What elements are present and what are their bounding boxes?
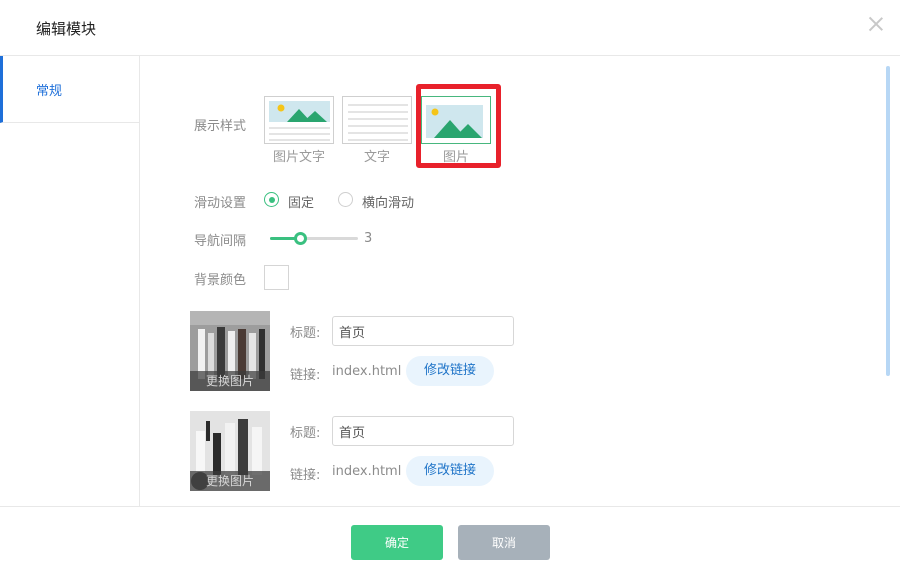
- style-option-text[interactable]: [342, 96, 412, 144]
- style-option-image[interactable]: [421, 96, 491, 144]
- close-icon[interactable]: [868, 16, 884, 32]
- display-style-label: 展示样式: [194, 119, 247, 134]
- nav-spacing-value: 3: [364, 231, 373, 246]
- cancel-button[interactable]: 取消: [458, 525, 550, 560]
- radio-fixed-label: 固定: [288, 196, 315, 211]
- change-image-label: 更换图片: [190, 471, 270, 491]
- style-option-image-text-caption: 图片文字: [272, 150, 325, 165]
- style-option-image-text[interactable]: [264, 96, 334, 144]
- nav-item-image[interactable]: 更换图片: [190, 311, 270, 391]
- confirm-button[interactable]: 确定: [351, 525, 443, 560]
- dialog-header: 编辑模块: [0, 0, 900, 56]
- image-style-icon: [426, 105, 483, 138]
- vertical-scrollbar[interactable]: [886, 66, 890, 376]
- dialog-title: 编辑模块: [36, 20, 97, 38]
- text-style-icon: [348, 104, 408, 141]
- settings-panel: 展示样式 图片文字 文字 图片 滑动设置 固定 横向滑动 导航间隔 3 背景颜色…: [140, 56, 885, 506]
- slider-thumb[interactable]: [294, 232, 307, 245]
- image-text-style-icon: [269, 101, 330, 141]
- sidebar: 常规: [0, 56, 140, 506]
- tab-general[interactable]: 常规: [0, 56, 140, 123]
- radio-horizontal-scroll[interactable]: [338, 192, 353, 207]
- style-option-text-caption: 文字: [363, 150, 390, 165]
- nav-item-link-value: index.html: [332, 364, 402, 379]
- nav-spacing-label: 导航间隔: [194, 234, 247, 249]
- scroll-setting-label: 滑动设置: [194, 196, 247, 211]
- nav-item-link-label: 链接:: [290, 368, 321, 383]
- nav-item-title-input[interactable]: [332, 316, 514, 346]
- nav-item-title-label: 标题:: [290, 326, 321, 341]
- nav-item-title-input[interactable]: [332, 416, 514, 446]
- nav-spacing-slider[interactable]: [270, 232, 358, 245]
- nav-item-title-label: 标题:: [290, 426, 321, 441]
- nav-item-link-label: 链接:: [290, 468, 321, 483]
- change-link-button[interactable]: 修改链接: [406, 456, 494, 486]
- radio-horizontal-scroll-label: 横向滑动: [362, 196, 415, 211]
- background-color-label: 背景颜色: [194, 273, 247, 288]
- edit-module-dialog: 编辑模块 常规 展示样式 图片文字 文字 图片 滑动设置 固定 横向滑动 导航间…: [0, 0, 900, 569]
- nav-item-link-value: index.html: [332, 464, 402, 479]
- radio-fixed[interactable]: [264, 192, 279, 207]
- style-option-image-caption: 图片: [442, 150, 469, 165]
- tab-general-label: 常规: [36, 84, 63, 99]
- background-color-swatch[interactable]: [264, 265, 289, 290]
- change-image-label: 更换图片: [190, 371, 270, 391]
- nav-item-image[interactable]: 更换图片: [190, 411, 270, 491]
- change-link-button[interactable]: 修改链接: [406, 356, 494, 386]
- dialog-footer: 确定 取消: [0, 506, 900, 569]
